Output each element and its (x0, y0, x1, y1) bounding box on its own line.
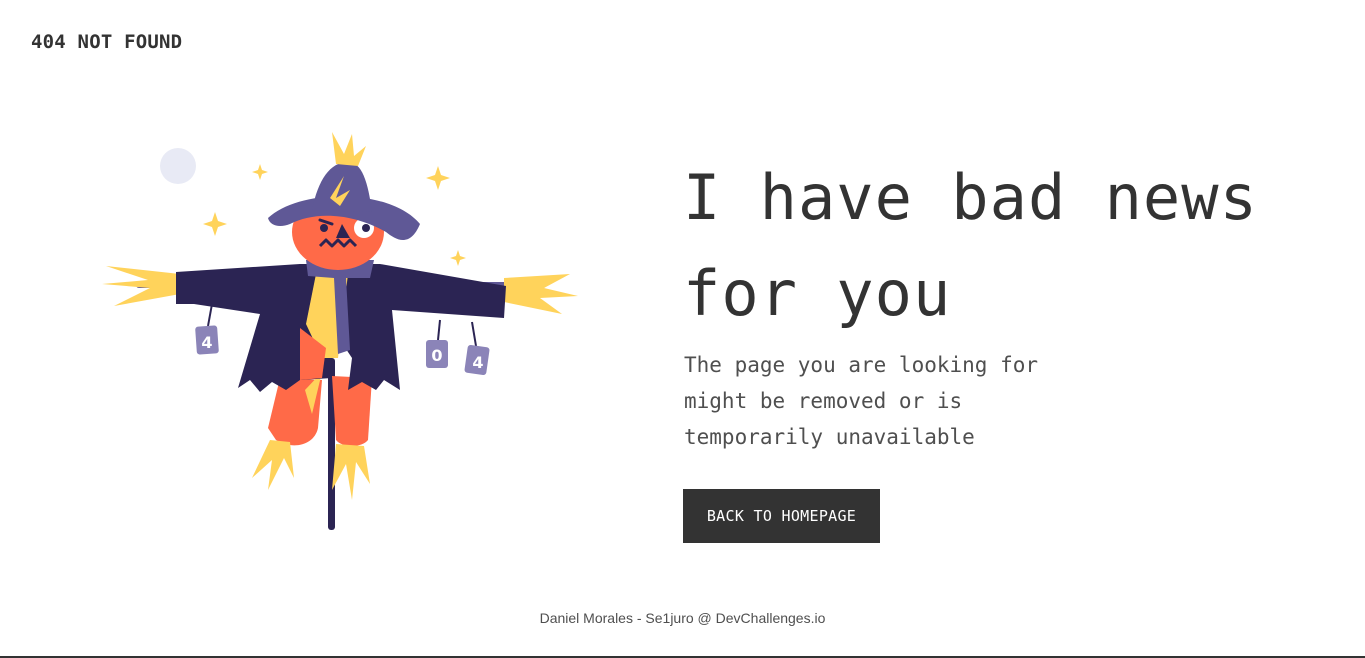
can-label-left: 4 (201, 333, 212, 352)
sparkle-icon (426, 166, 450, 190)
can-left: 4 (195, 303, 219, 355)
footer-credit[interactable]: Daniel Morales - Se1juro @ DevChallenges… (0, 610, 1365, 626)
left-straw-hand (102, 266, 180, 306)
back-to-homepage-button[interactable]: BACK TO HOMEPAGE (683, 489, 880, 543)
left-foot-straw (252, 440, 294, 490)
hat-straw (332, 132, 366, 166)
right-straw-hand (504, 274, 578, 314)
right-foot-straw (332, 444, 370, 500)
page-headline: I have bad news for you (683, 161, 1258, 330)
moon-icon (160, 148, 196, 184)
can-label-middle: 0 (431, 346, 442, 365)
scarecrow-illustration: 4 0 4 (102, 132, 578, 530)
sparkle-icon (252, 164, 268, 180)
sparkle-icon (450, 250, 466, 266)
hat-crown (312, 162, 372, 212)
can-right: 4 (464, 321, 490, 376)
can-middle: 0 (426, 319, 448, 368)
sparkle-icon (203, 212, 227, 236)
site-logo[interactable]: 404 NOT FOUND (31, 31, 182, 53)
can-label-right: 4 (472, 353, 483, 372)
page-description: The page you are looking for might be re… (684, 353, 1039, 449)
